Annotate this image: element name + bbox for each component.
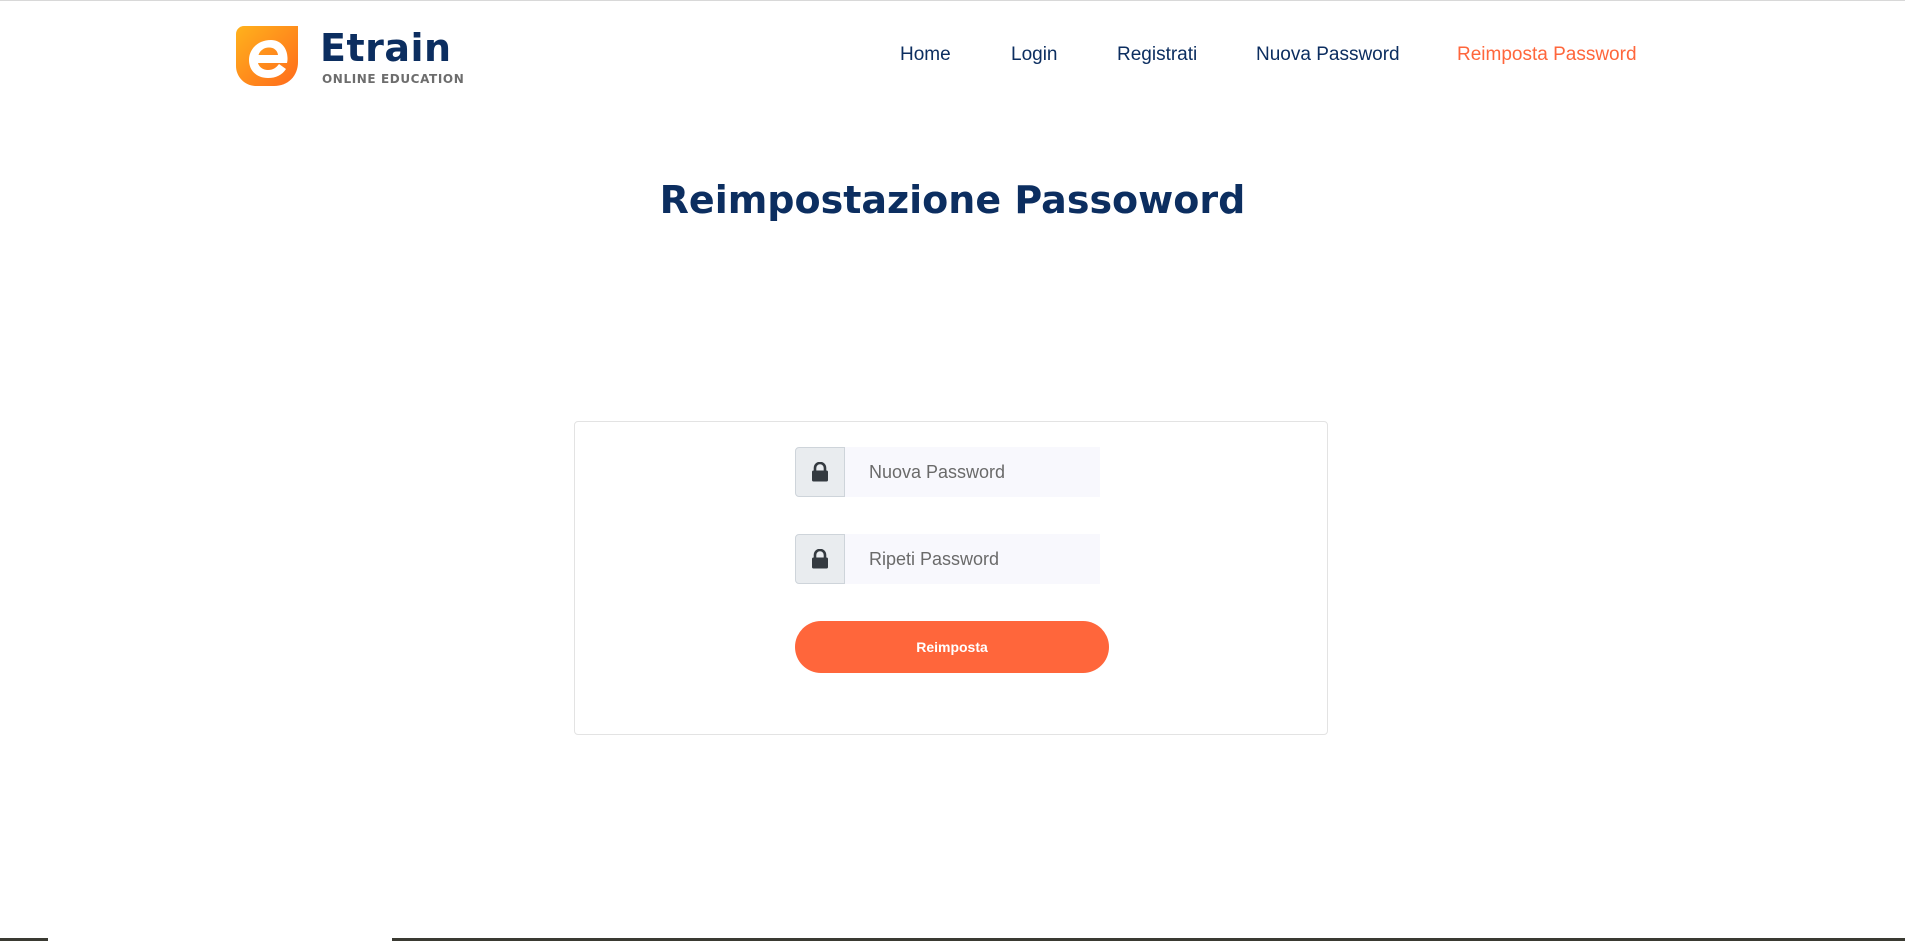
nav-item-home[interactable]: Home — [900, 41, 951, 69]
new-password-group — [795, 447, 1100, 497]
reset-password-card: Reimposta — [574, 421, 1328, 735]
main-nav: Home Login Registrati Nuova Password Rei… — [0, 41, 1905, 71]
brand-tagline: ONLINE EDUCATION — [322, 72, 465, 86]
page-title: Reimpostazione Passoword — [659, 178, 1246, 222]
repeat-password-field[interactable] — [845, 534, 1100, 584]
reimposta-button[interactable]: Reimposta — [795, 621, 1109, 673]
repeat-password-group — [795, 534, 1100, 584]
nav-item-login[interactable]: Login — [1011, 41, 1058, 69]
nav-item-reimposta-password[interactable]: Reimposta Password — [1457, 41, 1637, 69]
lock-icon — [795, 447, 845, 497]
nav-item-nuova-password[interactable]: Nuova Password — [1256, 41, 1400, 69]
nav-item-registrati[interactable]: Registrati — [1117, 41, 1197, 69]
lock-icon — [795, 534, 845, 584]
new-password-field[interactable] — [845, 447, 1100, 497]
top-border — [0, 0, 1905, 1]
